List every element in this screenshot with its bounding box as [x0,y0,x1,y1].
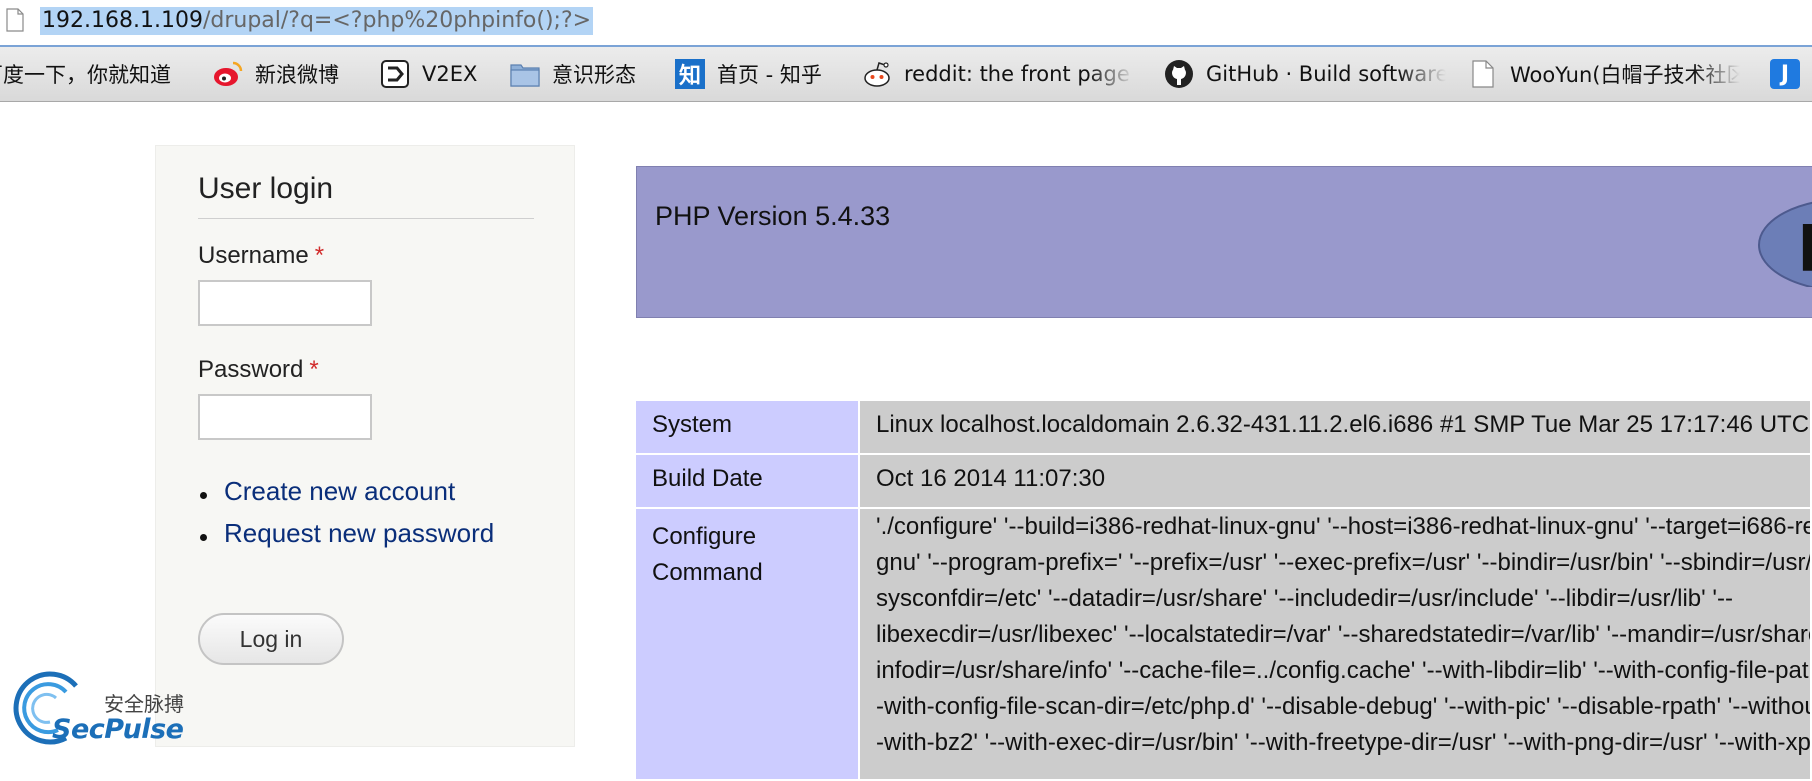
watermark-text-cn: 安全脉搏 [104,692,184,716]
page-icon [6,8,24,32]
required-mark: * [314,242,325,269]
login-links: Create new account Request new password [198,476,494,560]
row-value: Oct 16 2014 11:07:30 [859,454,1812,509]
configure-line: infodir=/usr/share/info' '--cache-file=.… [876,657,1811,684]
table-row: System Linux localhost.localdomain 2.6.3… [636,401,1812,455]
bookmark-wooyun[interactable]: WooYun(白帽子技术社区) [1468,47,1740,101]
phpinfo-table: System Linux localhost.localdomain 2.6.3… [636,401,1812,781]
bookmark-reddit[interactable]: reddit: the front page [862,47,1134,101]
bookmark-j[interactable]: J [1770,47,1812,101]
bookmark-label: reddit: the front page [904,62,1130,86]
password-label-text: Password [198,356,304,383]
configure-line: -with-config-file-scan-dir=/etc/php.d' '… [876,693,1811,720]
configure-line: sysconfdir=/etc' '--datadir=/usr/share' … [876,585,1733,612]
php-version-title: PHP Version 5.4.33 [655,201,891,231]
v2ex-icon [380,59,410,89]
bookmark-label: 意识形态 [552,63,636,87]
configure-key-line: Configure [652,523,757,550]
request-password-link[interactable]: Request new password [198,518,494,560]
bookmark-baidu[interactable]: 百度一下，你就知道 [0,47,171,101]
configure-line: './configure' '--build=i386-redhat-linux… [876,513,1809,540]
bookmark-label: 新浪微博 [255,63,339,87]
create-account-link[interactable]: Create new account [198,476,494,518]
github-icon [1164,59,1194,89]
table-row: Build Date Oct 16 2014 11:07:30 [636,454,1812,509]
configure-line: libexecdir=/usr/libexec' '--localstatedi… [876,621,1811,648]
php-logo-icon: P [1758,201,1812,287]
url-host: 192.168.1.109 [42,8,203,33]
row-key: Configure Command [636,508,860,781]
bookmark-github[interactable]: GitHub · Build software [1164,47,1446,101]
configure-line: gnu' '--program-prefix=' '--prefix=/usr'… [876,549,1811,576]
watermark-text-en: SecPulse [52,714,184,745]
required-mark: * [309,356,319,383]
bookmarks-bar: 百度一下，你就知道 新浪微博 V2EX 意识形态 知 首页 - 知乎 reddi… [0,47,1812,102]
bookmark-v2ex[interactable]: V2EX [380,47,477,101]
bookmark-label: 首页 - 知乎 [717,63,822,87]
password-input[interactable] [198,394,372,440]
folder-icon [510,59,540,89]
document-icon [1468,59,1498,89]
bookmark-label: GitHub · Build software [1206,62,1446,86]
username-label: Username * [198,242,324,270]
php-logo-letter: P [1797,213,1812,287]
secpulse-watermark: 安全脉搏 SecPulse [6,668,206,753]
username-input[interactable] [198,280,372,326]
login-button[interactable]: Log in [198,613,344,665]
bookmark-weibo[interactable]: 新浪微博 [213,47,339,101]
url-text[interactable]: 192.168.1.109/drupal/?q=<?php%20phpinfo(… [40,7,594,35]
bookmark-label: V2EX [422,62,478,86]
phpinfo-header: PHP Version 5.4.33 P [636,166,1812,318]
bookmark-label: WooYun(白帽子技术社区) [1510,63,1740,87]
row-value: './configure' '--build=i386-redhat-linux… [859,508,1812,781]
bookmark-label: 百度一下，你就知道 [0,63,171,87]
password-label: Password * [198,356,319,384]
url-path: /drupal/?q=<?php%20phpinfo();?> [202,8,592,33]
row-key: System [636,401,860,455]
reddit-icon [862,59,892,89]
bookmark-folder[interactable]: 意识形态 [510,47,636,101]
block-title: User login [198,172,534,219]
bookmark-zhihu[interactable]: 知 首页 - 知乎 [675,47,822,101]
username-label-text: Username [198,242,309,269]
weibo-icon [213,59,243,89]
configure-key-line: Command [652,559,763,586]
zhihu-icon: 知 [675,59,705,89]
address-bar[interactable]: 192.168.1.109/drupal/?q=<?php%20phpinfo(… [0,0,1812,47]
row-value: Linux localhost.localdomain 2.6.32-431.1… [859,401,1812,455]
j-icon: J [1770,59,1800,89]
table-row: Configure Command './configure' '--build… [636,508,1812,781]
row-key: Build Date [636,454,860,509]
user-login-block: User login Username * Password * Create ne… [155,145,575,747]
